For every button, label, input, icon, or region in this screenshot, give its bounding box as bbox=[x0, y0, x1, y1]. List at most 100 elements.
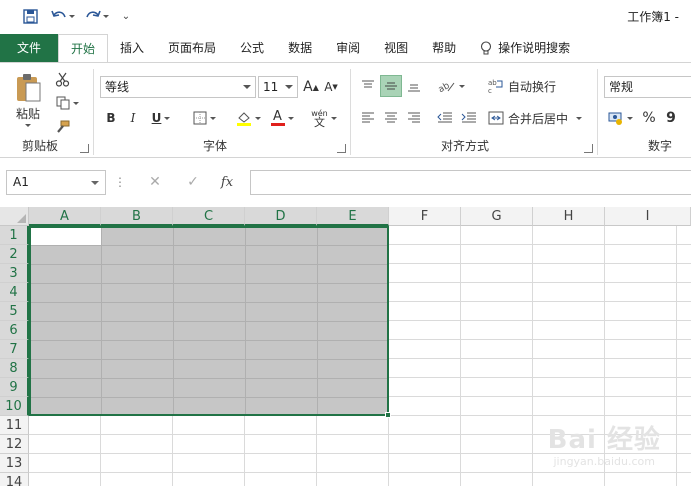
font-size-combo[interactable]: 11 bbox=[258, 76, 298, 98]
tab-data[interactable]: 数据 bbox=[276, 34, 324, 62]
font-name-combo[interactable]: 等线 bbox=[100, 76, 256, 98]
column-header-d[interactable]: D bbox=[245, 207, 317, 226]
font-color-button[interactable]: A bbox=[266, 107, 298, 129]
underline-button[interactable]: U bbox=[146, 107, 176, 129]
group-divider bbox=[597, 69, 598, 155]
number-format-combo[interactable]: 常规 bbox=[604, 76, 691, 98]
column-header-a[interactable]: A bbox=[29, 207, 101, 226]
tab-page-layout[interactable]: 页面布局 bbox=[156, 34, 228, 62]
fill-handle[interactable] bbox=[385, 412, 391, 418]
formula-input[interactable] bbox=[250, 170, 691, 195]
column-header-e[interactable]: E bbox=[317, 207, 389, 226]
column-header-b[interactable]: B bbox=[101, 207, 173, 226]
format-painter-icon[interactable] bbox=[52, 117, 72, 137]
select-all-corner[interactable] bbox=[0, 207, 29, 226]
align-right-button[interactable] bbox=[404, 107, 424, 129]
formula-bar-grip[interactable]: ⋮ bbox=[114, 172, 126, 192]
accounting-format-button[interactable] bbox=[604, 107, 636, 129]
row-header-7[interactable]: 7 bbox=[0, 340, 29, 359]
baidu-watermark: Bai 经验 bbox=[547, 425, 661, 455]
number-format-value: 常规 bbox=[609, 80, 634, 94]
row-header-13[interactable]: 13 bbox=[0, 454, 29, 473]
decrease-indent-button[interactable] bbox=[434, 107, 456, 129]
wrap-text-button[interactable]: ab c 自动换行 bbox=[488, 75, 560, 97]
tab-help[interactable]: 帮助 bbox=[420, 34, 468, 62]
top-align-button[interactable] bbox=[358, 75, 378, 97]
enter-icon[interactable]: ✓ bbox=[182, 172, 204, 192]
phonetic-guide-button[interactable]: wén 文 bbox=[308, 105, 340, 131]
tab-review[interactable]: 审阅 bbox=[324, 34, 372, 62]
merge-center-button[interactable]: 合并后居中 bbox=[488, 107, 588, 129]
shrink-font-button[interactable]: A ▼ bbox=[322, 77, 340, 97]
tab-formulas[interactable]: 公式 bbox=[228, 34, 276, 62]
row-header-5[interactable]: 5 bbox=[0, 302, 29, 321]
save-icon[interactable] bbox=[20, 6, 40, 26]
increase-indent-button[interactable] bbox=[458, 107, 480, 129]
copy-icon[interactable] bbox=[52, 93, 82, 113]
bottom-align-button[interactable] bbox=[404, 75, 424, 97]
merge-center-label: 合并后居中 bbox=[508, 111, 569, 126]
tab-view[interactable]: 视图 bbox=[372, 34, 420, 62]
row-header-4[interactable]: 4 bbox=[0, 283, 29, 302]
column-header-i[interactable]: I bbox=[605, 207, 691, 226]
svg-text:ab: ab bbox=[488, 79, 497, 87]
borders-button[interactable] bbox=[188, 107, 220, 129]
cancel-icon[interactable]: ✕ bbox=[144, 172, 166, 192]
row-header-12[interactable]: 12 bbox=[0, 435, 29, 454]
paste-label: 粘贴 bbox=[15, 107, 40, 121]
tab-home[interactable]: 开始 bbox=[58, 34, 109, 62]
percent-button[interactable]: % bbox=[640, 107, 658, 129]
group-divider bbox=[93, 69, 94, 155]
alignment-group-label: 对齐方式 bbox=[440, 139, 489, 153]
svg-text:ab: ab bbox=[438, 81, 452, 93]
ribbon-home: 粘贴 剪贴板 等线 11 A ▲ A ▼ B I U A wén 文 字体 ab… bbox=[0, 62, 691, 158]
customize-qat-icon[interactable]: ⌄ bbox=[118, 6, 134, 26]
baidu-watermark-url: jingyan.baidu.com bbox=[553, 455, 655, 468]
cut-icon[interactable] bbox=[52, 69, 72, 89]
alignment-launcher[interactable] bbox=[584, 144, 593, 153]
grow-font-label: A bbox=[303, 79, 313, 95]
undo-icon[interactable] bbox=[50, 6, 76, 26]
column-header-h[interactable]: H bbox=[533, 207, 605, 226]
orientation-icon: ab bbox=[438, 81, 454, 93]
row-header-9[interactable]: 9 bbox=[0, 378, 29, 397]
name-box[interactable]: A1 bbox=[6, 170, 106, 195]
orientation-button[interactable]: ab bbox=[434, 75, 468, 97]
tab-file[interactable]: 文件 bbox=[0, 34, 58, 62]
redo-icon[interactable] bbox=[84, 6, 110, 26]
selected-range[interactable] bbox=[29, 226, 389, 416]
active-cell-a1[interactable] bbox=[31, 228, 101, 245]
row-header-6[interactable]: 6 bbox=[0, 321, 29, 340]
font-color-label: A bbox=[273, 108, 282, 124]
row-header-14[interactable]: 14 bbox=[0, 473, 29, 486]
svg-text:c: c bbox=[488, 87, 492, 94]
column-header-g[interactable]: G bbox=[461, 207, 533, 226]
insert-function-button[interactable]: fx bbox=[216, 172, 238, 192]
row-header-10[interactable]: 10 bbox=[0, 397, 29, 416]
row-header-1[interactable]: 1 bbox=[0, 226, 29, 245]
row-header-3[interactable]: 3 bbox=[0, 264, 29, 283]
comma-style-button[interactable]: 9 bbox=[662, 107, 680, 129]
clipboard-launcher[interactable] bbox=[80, 144, 89, 153]
align-center-button[interactable] bbox=[380, 107, 402, 129]
grow-font-button[interactable]: A ▲ bbox=[302, 77, 320, 97]
document-title: 工作簿1 - bbox=[627, 10, 679, 24]
font-launcher[interactable] bbox=[337, 144, 346, 153]
column-header-c[interactable]: C bbox=[173, 207, 245, 226]
wrap-text-label: 自动换行 bbox=[508, 79, 557, 94]
tell-me-search[interactable]: 操作说明搜索 bbox=[468, 34, 582, 62]
italic-button[interactable]: I bbox=[124, 107, 142, 129]
row-header-11[interactable]: 11 bbox=[0, 416, 29, 435]
tell-me-label: 操作说明搜索 bbox=[498, 41, 571, 55]
column-header-f[interactable]: F bbox=[389, 207, 461, 226]
align-left-button[interactable] bbox=[358, 107, 378, 129]
tab-insert[interactable]: 插入 bbox=[108, 34, 156, 62]
font-name-value: 等线 bbox=[105, 80, 130, 94]
row-header-2[interactable]: 2 bbox=[0, 245, 29, 264]
paste-button[interactable]: 粘贴 bbox=[10, 69, 46, 131]
middle-align-button[interactable] bbox=[380, 75, 402, 97]
title-bar: ⌄ 工作簿1 - bbox=[0, 0, 691, 32]
bold-button[interactable]: B bbox=[102, 107, 120, 129]
row-header-8[interactable]: 8 bbox=[0, 359, 29, 378]
fill-color-button[interactable] bbox=[232, 107, 264, 129]
